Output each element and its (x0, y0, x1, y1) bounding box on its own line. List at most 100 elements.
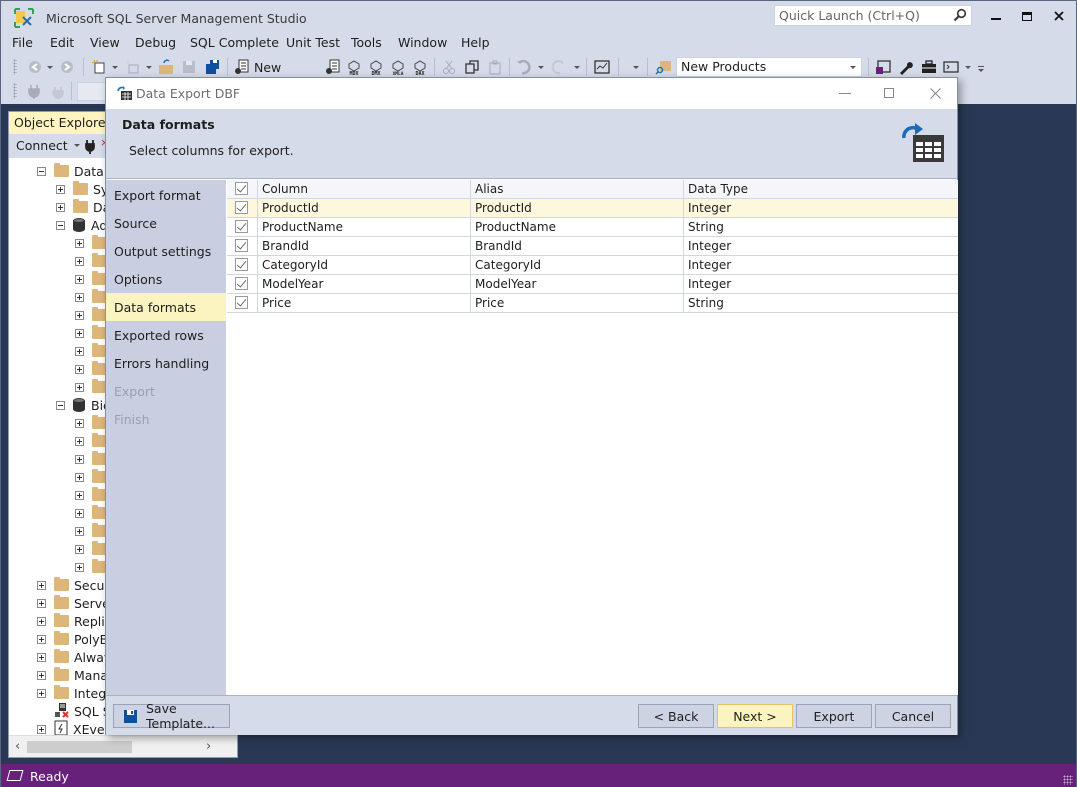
new-query-button[interactable]: New Query (234, 57, 316, 90)
back-dropdown-icon[interactable] (47, 66, 53, 69)
column-header-alias[interactable]: Alias (471, 180, 684, 199)
column-name-cell[interactable]: ProductName (258, 218, 471, 237)
toolbar-input[interactable] (77, 82, 107, 101)
wizard-step-source[interactable]: Source (106, 209, 226, 237)
expand-icon[interactable] (75, 508, 84, 518)
maximize-button[interactable] (1012, 5, 1042, 27)
horizontal-scrollbar[interactable]: ‹ › (9, 735, 237, 757)
save-all-icon[interactable] (204, 59, 220, 75)
column-name-cell[interactable]: ProductId (258, 199, 471, 218)
menu-view[interactable]: View (90, 35, 120, 50)
expand-icon[interactable] (37, 634, 46, 644)
scroll-left-icon[interactable]: ‹ (15, 739, 20, 754)
column-name-cell[interactable]: BrandId (258, 237, 471, 256)
alias-cell[interactable]: ModelYear (471, 275, 684, 294)
expand-icon[interactable] (56, 202, 65, 212)
navigate-forward-icon[interactable] (59, 59, 75, 75)
menu-window[interactable]: Window (398, 35, 447, 50)
dialog-close-button[interactable] (921, 82, 949, 104)
alias-cell[interactable]: ProductName (471, 218, 684, 237)
table-row[interactable]: ProductName ProductName String (227, 218, 958, 237)
table-row[interactable]: Price Price String (227, 294, 958, 313)
add-item-icon[interactable] (125, 59, 141, 75)
expand-icon[interactable] (75, 274, 84, 284)
expand-icon[interactable] (75, 256, 84, 266)
table-row[interactable]: CategoryId CategoryId Integer (227, 256, 958, 275)
command-window-dropdown-icon[interactable] (965, 66, 971, 69)
wizard-step-errors-handling[interactable]: Errors handling (106, 349, 226, 377)
expand-icon[interactable] (75, 544, 84, 554)
tree-node[interactable]: XEven (37, 720, 112, 736)
save-icon[interactable] (181, 59, 197, 75)
database-engine-query-icon[interactable] (325, 59, 341, 75)
menu-sql-complete[interactable]: SQL Complete (190, 35, 279, 50)
expand-icon[interactable] (37, 724, 46, 734)
dax-query-button[interactable]: DAX (411, 58, 429, 77)
next-button[interactable]: Next > (717, 704, 793, 728)
toolbar-grip[interactable] (13, 83, 17, 99)
alias-cell[interactable]: Price (471, 294, 684, 313)
expand-icon[interactable] (37, 688, 46, 698)
table-row[interactable]: ProductId ProductId Integer (227, 199, 958, 218)
table-row[interactable]: ModelYear ModelYear Integer (227, 275, 958, 294)
export-button[interactable]: Export (796, 704, 872, 728)
undo-icon[interactable] (515, 59, 531, 75)
copy-icon[interactable] (464, 59, 480, 75)
resize-grip[interactable] (1063, 775, 1073, 785)
menu-unit-test[interactable]: Unit Test (286, 35, 340, 50)
wrench-icon[interactable] (898, 59, 914, 75)
scrollbar-thumb[interactable] (27, 741, 132, 753)
expand-icon[interactable] (75, 454, 84, 464)
redo-icon[interactable] (551, 59, 567, 75)
wizard-step-output-settings[interactable]: Output settings (106, 237, 226, 265)
expand-icon[interactable] (75, 238, 84, 248)
column-name-cell[interactable]: ModelYear (258, 275, 471, 294)
open-file-icon[interactable] (158, 59, 174, 75)
expand-icon[interactable] (75, 526, 84, 536)
table-row[interactable]: BrandId BrandId Integer (227, 237, 958, 256)
redo-dropdown-icon[interactable] (574, 66, 580, 69)
data-type-cell[interactable]: Integer (684, 237, 958, 256)
expand-icon[interactable] (75, 436, 84, 446)
column-name-cell[interactable]: CategoryId (258, 256, 471, 275)
expand-icon[interactable] (75, 418, 84, 428)
alias-cell[interactable]: CategoryId (471, 256, 684, 275)
row-checkbox[interactable] (235, 277, 248, 290)
collapse-icon[interactable] (56, 400, 65, 410)
row-checkbox[interactable] (235, 220, 248, 233)
menu-edit[interactable]: Edit (50, 35, 74, 50)
data-type-cell[interactable]: String (684, 294, 958, 313)
dialog-minimize-button[interactable] (831, 82, 859, 104)
expand-icon[interactable] (37, 670, 46, 680)
toolbar-overflow-button[interactable] (977, 66, 985, 76)
expand-icon[interactable] (37, 652, 46, 662)
expand-icon[interactable] (56, 184, 65, 194)
expand-icon[interactable] (75, 310, 84, 320)
wizard-step-exported-rows[interactable]: Exported rows (106, 321, 226, 349)
column-header-data-type[interactable]: Data Type (684, 180, 958, 199)
connect-button[interactable]: Connect (16, 138, 80, 153)
column-header-column[interactable]: Column (258, 180, 471, 199)
save-template-button[interactable]: Save Template... (113, 701, 230, 731)
expand-icon[interactable] (75, 328, 84, 338)
expand-icon[interactable] (37, 598, 46, 608)
minimize-button[interactable] (981, 5, 1011, 27)
dialog-maximize-button[interactable] (875, 82, 903, 104)
undo-dropdown-icon[interactable] (538, 66, 544, 69)
row-checkbox[interactable] (235, 296, 248, 309)
tree-node[interactable]: Ad (56, 216, 107, 234)
connect-plug-icon[interactable] (26, 83, 42, 99)
collapse-icon[interactable] (56, 220, 65, 230)
tree-node[interactable]: Securi (37, 576, 113, 594)
tree-node[interactable]: Bic (56, 396, 110, 414)
tree-node[interactable]: Server (37, 594, 115, 612)
row-checkbox[interactable] (235, 258, 248, 271)
expand-icon[interactable] (75, 562, 84, 572)
alias-cell[interactable]: ProductId (471, 199, 684, 218)
back-button[interactable]: < Back (638, 704, 714, 728)
row-checkbox[interactable] (235, 201, 248, 214)
expand-icon[interactable] (75, 364, 84, 374)
command-window-icon[interactable] (943, 59, 959, 75)
expand-icon[interactable] (75, 472, 84, 482)
alias-cell[interactable]: BrandId (471, 237, 684, 256)
